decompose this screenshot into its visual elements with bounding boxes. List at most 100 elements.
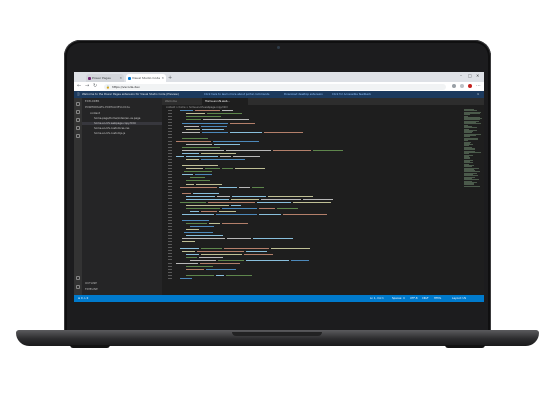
code-token	[215, 275, 224, 276]
outline-section[interactable]: OUTLINE	[85, 282, 97, 285]
account-icon[interactable]	[76, 276, 80, 280]
code-token	[194, 174, 212, 176]
search-icon[interactable]	[76, 110, 80, 114]
line-number-gutter-mark	[168, 161, 172, 163]
code-token	[186, 229, 200, 231]
encoding[interactable]: UTF-8	[410, 295, 418, 302]
timeline-section[interactable]: TIMELINE	[85, 288, 98, 291]
browser-tab-active[interactable]: Visual Studio Code ✕	[126, 74, 166, 82]
new-tab-icon[interactable]: +	[168, 74, 172, 82]
code-token	[186, 235, 224, 237]
code-token	[221, 223, 248, 225]
code-token	[186, 113, 206, 115]
gear-icon[interactable]	[76, 285, 80, 289]
line-number-gutter-mark	[168, 180, 172, 182]
notification-link[interactable]: Click for Accessible feedback	[332, 91, 371, 98]
source-control-icon[interactable]	[76, 118, 80, 122]
code-editor: Welcome Home.en-US.web... content > home…	[162, 98, 484, 295]
code-token	[190, 210, 200, 212]
explorer-icon[interactable]	[76, 102, 80, 106]
maximize-icon[interactable]: □	[468, 73, 472, 78]
code-token	[186, 168, 204, 170]
back-icon[interactable]: ←	[77, 83, 81, 90]
folder-header[interactable]: POWERPAGES-PORTALDEVLOCAL	[85, 106, 130, 109]
code-token	[182, 174, 193, 176]
tree-item[interactable]: content	[90, 112, 100, 115]
line-number-gutter-mark	[168, 189, 172, 191]
code-token	[277, 207, 299, 209]
close-icon[interactable]: ✕	[477, 91, 479, 98]
line-number-gutter-mark	[168, 241, 172, 243]
power-pages-icon[interactable]	[76, 134, 80, 138]
notification-link[interactable]: Click here to learn more about portal co…	[204, 91, 269, 98]
code-token	[222, 110, 234, 112]
code-token	[259, 207, 276, 209]
line-number-gutter-mark	[168, 131, 172, 133]
minimize-icon[interactable]: –	[460, 73, 462, 78]
menu-icon[interactable]: ⋯	[476, 83, 481, 90]
line-number-gutter-mark	[168, 232, 172, 233]
code-token	[222, 207, 258, 209]
editor-tab[interactable]: Welcome	[162, 98, 202, 105]
minimap[interactable]	[462, 105, 484, 295]
code-token	[230, 131, 263, 133]
code-token	[231, 195, 267, 197]
line-number-gutter-mark	[168, 128, 172, 130]
line-number-gutter-mark	[168, 158, 172, 160]
code-token	[217, 259, 244, 261]
code-token	[186, 156, 218, 158]
editor-tab-active[interactable]: Home.en-US.web...	[202, 98, 248, 105]
keyboard-layout[interactable]: Layout: US	[452, 295, 466, 302]
favorites-icon[interactable]	[460, 84, 464, 88]
code-token	[176, 156, 185, 158]
code-token	[205, 268, 237, 270]
camera-icon	[277, 46, 280, 49]
code-token	[252, 186, 264, 188]
code-token	[186, 204, 230, 206]
code-token	[182, 241, 196, 243]
close-window-icon[interactable]: ✕	[476, 73, 479, 78]
forward-icon[interactable]: →	[85, 83, 89, 90]
extensions-icon[interactable]	[76, 126, 80, 130]
breadcrumb: content > home > home.en-US.webpage.copy…	[166, 106, 228, 109]
tree-item[interactable]: home-page/home/index/en-us.page	[94, 117, 140, 120]
info-icon: ⓘ	[77, 92, 80, 96]
tree-item[interactable]: home.en-US.customcss.css	[94, 127, 129, 130]
indentation[interactable]: Spaces: 4	[392, 295, 405, 302]
extension-icon[interactable]	[452, 84, 456, 88]
line-number-gutter-mark	[168, 155, 172, 157]
line-number-gutter-mark	[168, 268, 172, 270]
reload-icon[interactable]: ↻	[93, 83, 97, 90]
code-token	[202, 128, 225, 130]
code-token	[231, 198, 260, 200]
language-mode[interactable]: HTML	[434, 295, 441, 302]
close-icon[interactable]: ✕	[161, 74, 164, 82]
code-token	[200, 153, 237, 154]
line-number-gutter-mark	[168, 152, 172, 154]
line-number-gutter-mark	[168, 274, 172, 276]
code-token	[282, 214, 327, 215]
line-number-gutter-mark	[168, 183, 172, 185]
code-token	[193, 192, 219, 194]
problems-indicator[interactable]: ⊗ 0 ⚠ 0	[78, 295, 88, 302]
code-token	[176, 140, 212, 142]
address-bar[interactable]: 🔒 https://vscode.dev	[104, 83, 446, 90]
cursor-position[interactable]: Ln 1, Col 1	[370, 295, 384, 302]
code-token	[259, 214, 281, 215]
tree-item[interactable]: home.en-US.customjs.js	[94, 132, 125, 135]
laptop-foot	[445, 345, 485, 348]
browser-tab[interactable]: Power Pages ✕	[86, 74, 124, 82]
line-number-gutter-mark	[168, 177, 172, 179]
profile-avatar[interactable]	[468, 84, 472, 88]
code-token	[186, 180, 211, 182]
code-token	[264, 131, 303, 133]
line-ending[interactable]: CRLF	[422, 295, 429, 302]
code-token	[218, 186, 238, 188]
close-icon[interactable]: ✕	[119, 74, 122, 82]
tree-item-selected[interactable]: home.en-US.webpage.copy.html	[82, 122, 162, 125]
code-token	[256, 201, 291, 203]
notification-link[interactable]: Download desktop extension	[284, 91, 323, 98]
code-token	[186, 223, 208, 225]
line-number-gutter-mark	[168, 271, 172, 273]
line-number-gutter-mark	[168, 119, 172, 121]
